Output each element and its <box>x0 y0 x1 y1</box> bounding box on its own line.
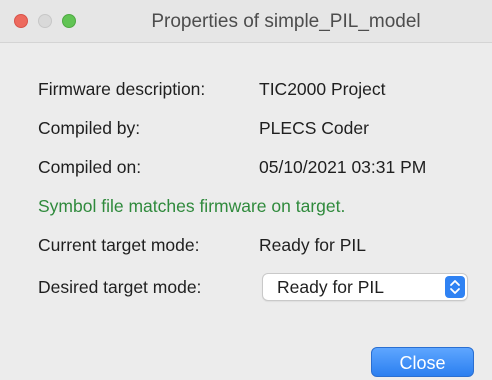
compiled-by-label: Compiled by: <box>38 118 141 138</box>
close-window-icon[interactable] <box>14 14 28 28</box>
title-bar[interactable]: Properties of simple_PIL_model <box>0 0 492 43</box>
properties-dialog: Properties of simple_PIL_model Firmware … <box>0 0 492 380</box>
dialog-content: Firmware description: TIC2000 Project Co… <box>0 42 492 380</box>
close-button[interactable]: Close <box>371 347 474 377</box>
firmware-description-value: TIC2000 Project <box>259 79 386 99</box>
desired-target-mode-label: Desired target mode: <box>38 277 202 297</box>
current-target-mode-label: Current target mode: <box>38 235 200 255</box>
firmware-description-label: Firmware description: <box>38 79 206 99</box>
minimize-window-icon[interactable] <box>38 14 52 28</box>
zoom-window-icon[interactable] <box>62 14 76 28</box>
select-arrows-icon <box>445 276 465 298</box>
desired-target-mode-select[interactable]: Ready for PIL <box>262 273 468 301</box>
desired-target-mode-selected: Ready for PIL <box>277 277 384 297</box>
window-title: Properties of simple_PIL_model <box>151 11 421 32</box>
compiled-on-value: 05/10/2021 03:31 PM <box>259 157 427 177</box>
compiled-by-value: PLECS Coder <box>259 118 369 138</box>
symbol-match-status: Symbol file matches firmware on target. <box>38 196 346 216</box>
current-target-mode-value: Ready for PIL <box>259 235 366 255</box>
compiled-on-label: Compiled on: <box>38 157 142 177</box>
